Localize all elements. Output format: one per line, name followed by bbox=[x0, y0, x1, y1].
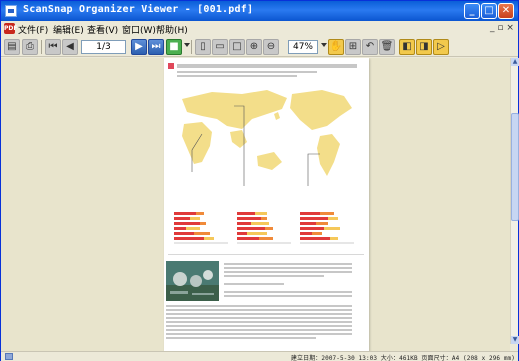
bar-group bbox=[300, 212, 354, 244]
status-bar: 建立日期：2007-5-30 13:03 大小：461KB 页面尺寸：A4 (2… bbox=[1, 351, 518, 361]
color-mode-icon[interactable]: ■ bbox=[166, 39, 182, 55]
pdf-doc-icon[interactable]: PDF bbox=[4, 23, 17, 34]
body-text-line bbox=[224, 283, 284, 285]
body-text-line bbox=[166, 325, 352, 327]
body-text-line bbox=[166, 309, 352, 311]
page-number-field[interactable]: 1/3 bbox=[81, 40, 126, 54]
app-icon bbox=[5, 5, 17, 17]
scroll-up-icon[interactable]: ▲ bbox=[511, 58, 519, 66]
header-marker bbox=[168, 63, 174, 69]
mdi-controls[interactable]: _ ▫ × bbox=[490, 23, 514, 33]
fit-page-icon[interactable]: □ bbox=[229, 39, 245, 55]
menu-edit[interactable]: 编辑(E) bbox=[53, 23, 84, 36]
print-icon[interactable]: ⎙ bbox=[22, 39, 38, 55]
body-text-line bbox=[166, 329, 352, 331]
zoom-dropdown-icon[interactable] bbox=[321, 43, 327, 47]
body-text-line bbox=[166, 305, 352, 307]
marquee-zoom-icon[interactable]: ⊞ bbox=[345, 39, 361, 55]
color-mode-dropdown-icon[interactable] bbox=[184, 43, 190, 47]
extract-page-icon[interactable]: ▷ bbox=[433, 39, 449, 55]
subheading-text-block bbox=[177, 71, 317, 73]
menu-help[interactable]: 帮助(H) bbox=[156, 23, 188, 36]
last-page-icon[interactable]: ⏭ bbox=[148, 39, 164, 55]
vertical-scrollbar[interactable]: ▲ ▼ bbox=[510, 58, 519, 344]
continuous-page-icon[interactable]: ▭ bbox=[212, 39, 228, 55]
delete-page-icon[interactable]: 🗑 bbox=[379, 39, 395, 55]
body-text-line bbox=[166, 333, 352, 335]
zoom-in-icon[interactable]: ⊕ bbox=[246, 39, 262, 55]
bar-group bbox=[174, 212, 228, 244]
body-text-line bbox=[224, 267, 352, 269]
pdf-page bbox=[164, 58, 369, 351]
body-text-line bbox=[166, 317, 352, 319]
document-viewport[interactable] bbox=[1, 58, 510, 351]
body-text-line bbox=[224, 271, 352, 273]
app-window: ScanSnap Organizer Viewer - [001.pdf] _ … bbox=[0, 0, 519, 361]
hand-tool-icon[interactable]: ✋ bbox=[328, 39, 344, 55]
body-text-line bbox=[166, 337, 316, 339]
first-page-icon[interactable]: ⏮ bbox=[45, 39, 61, 55]
heading-text-block bbox=[177, 64, 357, 68]
window-title: ScanSnap Organizer Viewer - [001.pdf] bbox=[23, 4, 254, 15]
plant-photo bbox=[166, 261, 219, 301]
move-page-icon[interactable]: ◨ bbox=[416, 39, 432, 55]
scroll-thumb[interactable] bbox=[511, 113, 519, 221]
world-map-figure bbox=[182, 90, 352, 186]
toolbar: ▤ ⎙ ⏮ ◀ 1/3 ▶ ⏭ ■ ▯ ▭ □ ⊕ ⊖ 47% ✋ ⊞ ↶ 🗑 … bbox=[1, 37, 518, 57]
edit-icon[interactable] bbox=[5, 353, 13, 360]
bar-chart-left bbox=[174, 212, 228, 244]
section-divider bbox=[168, 254, 364, 255]
menu-view[interactable]: 查看(V) bbox=[87, 23, 118, 36]
body-text-line bbox=[166, 313, 352, 315]
save-icon[interactable]: ▤ bbox=[4, 39, 20, 55]
menu-bar: PDF 文件(F) 编辑(E) 查看(V) 窗口(W) 帮助(H) _ ▫ × bbox=[1, 21, 518, 36]
document-info: 建立日期：2007-5-30 13:03 大小：461KB 页面尺寸：A4 (2… bbox=[290, 355, 515, 361]
zoom-out-icon[interactable]: ⊖ bbox=[263, 39, 279, 55]
title-bar[interactable]: ScanSnap Organizer Viewer - [001.pdf] _ … bbox=[1, 1, 518, 21]
bar-chart-right bbox=[300, 212, 354, 244]
previous-page-icon[interactable]: ◀ bbox=[62, 39, 78, 55]
body-text-line bbox=[224, 275, 324, 277]
scroll-down-icon[interactable]: ▼ bbox=[511, 336, 519, 344]
body-text-line bbox=[224, 263, 352, 265]
zoom-field[interactable]: 47% bbox=[288, 40, 318, 54]
close-button[interactable]: ✕ bbox=[498, 3, 514, 19]
minimize-button[interactable]: _ bbox=[464, 3, 480, 19]
rotate-icon[interactable]: ↶ bbox=[362, 39, 378, 55]
toolbar-separator bbox=[191, 40, 192, 54]
body-text-line bbox=[224, 291, 352, 293]
body-text-line bbox=[224, 295, 352, 297]
single-page-icon[interactable]: ▯ bbox=[195, 39, 211, 55]
maximize-button[interactable]: □ bbox=[481, 3, 497, 19]
body-text-line bbox=[166, 321, 352, 323]
menu-file[interactable]: 文件(F) bbox=[18, 23, 48, 36]
toolbar-separator bbox=[41, 40, 42, 54]
bar-chart-middle bbox=[237, 212, 291, 244]
subheading-text-block bbox=[177, 75, 297, 77]
menu-window[interactable]: 窗口(W) bbox=[122, 23, 156, 36]
bar-group bbox=[237, 212, 291, 244]
next-page-icon[interactable]: ▶ bbox=[131, 39, 147, 55]
insert-page-icon[interactable]: ◧ bbox=[399, 39, 415, 55]
